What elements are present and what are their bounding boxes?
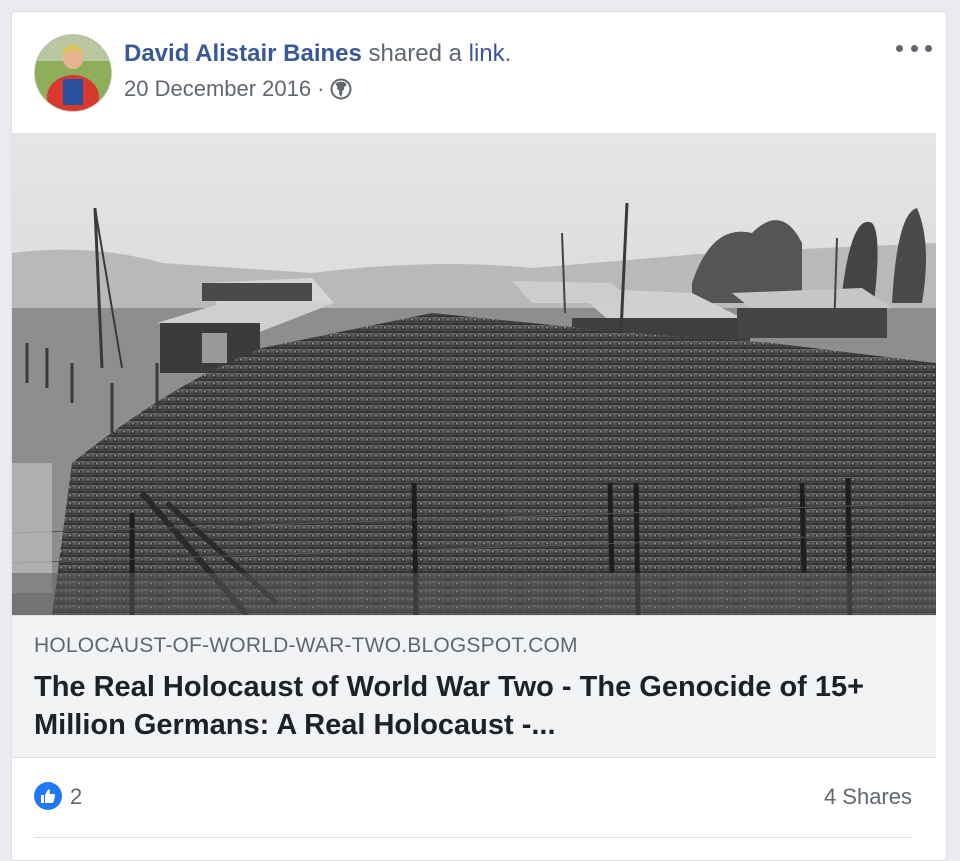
link-title[interactable]: The Real Holocaust of World War Two - Th… bbox=[34, 668, 914, 744]
avatar[interactable] bbox=[34, 34, 112, 112]
shares-count[interactable]: 4 Shares bbox=[824, 784, 912, 810]
action-end: . bbox=[504, 40, 512, 67]
post-card: David Alistair Baines shared a link. 20 … bbox=[11, 11, 947, 861]
globe-icon[interactable] bbox=[330, 78, 352, 100]
camp-photo bbox=[12, 133, 936, 615]
post-header: David Alistair Baines shared a link. 20 … bbox=[12, 12, 946, 132]
footer-divider bbox=[34, 837, 912, 838]
action-link[interactable]: link bbox=[469, 40, 505, 67]
more-options-icon[interactable] bbox=[896, 36, 932, 60]
link-domain: HOLOCAUST-OF-WORLD-WAR-TWO.BLOGSPOT.COM bbox=[34, 634, 578, 657]
link-preview-image[interactable] bbox=[12, 133, 936, 615]
action-text: shared a bbox=[361, 40, 469, 67]
post-meta: 20 December 2016 · bbox=[124, 76, 352, 102]
link-preview[interactable]: HOLOCAUST-OF-WORLD-WAR-TWO.BLOGSPOT.COM … bbox=[12, 615, 936, 757]
avatar-image bbox=[35, 35, 111, 111]
thumbs-up-icon[interactable] bbox=[34, 782, 62, 810]
more-dot bbox=[925, 44, 932, 52]
more-dot bbox=[896, 44, 903, 52]
author-line: David Alistair Baines shared a link. bbox=[124, 40, 511, 68]
author-name[interactable]: David Alistair Baines bbox=[124, 40, 362, 67]
like-count[interactable]: 2 bbox=[70, 784, 82, 810]
more-dot bbox=[910, 44, 918, 52]
post-date[interactable]: 20 December 2016 bbox=[124, 76, 311, 102]
reactions-bar: 2 4 Shares bbox=[12, 757, 936, 838]
meta-separator: · bbox=[317, 76, 325, 101]
